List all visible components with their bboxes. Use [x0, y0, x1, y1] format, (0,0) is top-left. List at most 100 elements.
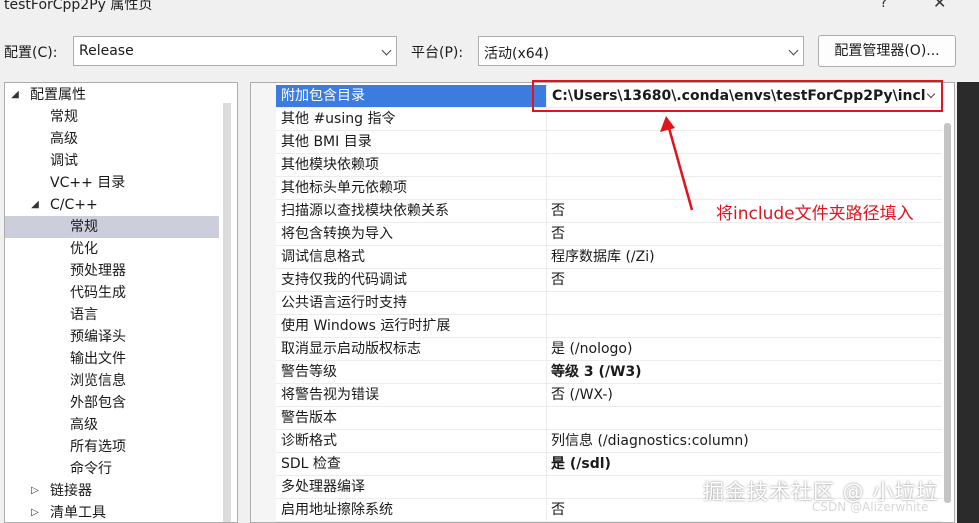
property-row[interactable]: 支持仅我的代码调试否 — [276, 269, 942, 292]
config-manager-button[interactable]: 配置管理器(O)... — [818, 35, 956, 67]
tree-item[interactable]: 输出文件 — [5, 348, 219, 370]
property-value[interactable]: 是 (/sdl) — [548, 453, 942, 475]
tree-item-label: 高级 — [50, 131, 78, 147]
property-name: 扫描源以查找模块依赖关系 — [276, 200, 547, 222]
tree-item-label: 输出文件 — [70, 351, 126, 367]
property-value[interactable] — [548, 177, 942, 199]
platform-value: 活动(x64) — [484, 46, 550, 62]
property-row[interactable]: 公共语言运行时支持 — [276, 292, 942, 315]
tree-item-label: VC++ 目录 — [50, 175, 126, 191]
platform-dropdown[interactable]: 活动(x64) — [478, 36, 804, 66]
property-value[interactable]: 列信息 (/diagnostics:column) — [548, 430, 942, 452]
property-row[interactable]: 其他 BMI 目录 — [276, 131, 942, 154]
property-value[interactable]: 否 — [548, 269, 942, 291]
tree-item[interactable]: ◢ 配置属性 — [5, 84, 219, 106]
annotation-arrow-icon — [660, 116, 694, 211]
tree-item-label: 语言 — [70, 307, 98, 323]
config-label: 配置(C): — [4, 45, 58, 61]
property-name: 警告等级 — [276, 361, 547, 383]
tree-item-label: C/C++ — [50, 197, 98, 213]
property-name: 其他 #using 指令 — [276, 108, 547, 130]
tree-expanded-icon[interactable]: ◢ — [9, 84, 21, 106]
config-value: Release — [79, 43, 134, 59]
property-name: SDL 检查 — [276, 453, 547, 475]
tree-item-label: 浏览信息 — [70, 373, 126, 389]
property-row[interactable]: 警告版本 — [276, 407, 942, 430]
property-value[interactable] — [548, 154, 942, 176]
property-value[interactable]: 程序数据库 (/Zi) — [548, 246, 942, 268]
tree-item[interactable]: 所有选项 — [5, 436, 219, 458]
tree-scrollbar[interactable] — [223, 103, 231, 522]
property-value[interactable]: 否 — [548, 223, 942, 245]
tree-item-label: 预编译头 — [70, 329, 126, 345]
property-value[interactable]: 等级 3 (/W3) — [548, 361, 942, 383]
tree-expanded-icon[interactable]: ◢ — [29, 194, 41, 216]
property-value[interactable] — [548, 315, 942, 337]
close-icon[interactable]: ✕ — [933, 0, 946, 12]
property-row[interactable]: SDL 检查是 (/sdl) — [276, 453, 942, 476]
tree-collapsed-icon[interactable]: ▷ — [29, 480, 41, 502]
grid-scrollbar[interactable] — [944, 123, 951, 503]
property-value[interactable]: 是 (/nologo) — [548, 338, 942, 360]
tree-item[interactable]: 常规 — [5, 216, 219, 238]
tree-item[interactable]: VC++ 目录 — [5, 172, 219, 194]
property-row[interactable]: 将包含转换为导入否 — [276, 223, 942, 246]
property-row[interactable]: 调试信息格式 程序数据库 (/Zi) — [276, 246, 942, 269]
title-bar: testForCpp2Py 属性页 ? ✕ — [0, 0, 979, 14]
tree-item-label: 配置属性 — [30, 87, 86, 103]
grid-gutter — [251, 83, 276, 522]
property-value[interactable] — [548, 131, 942, 153]
tree-item[interactable]: 语言 — [5, 304, 219, 326]
tree-item[interactable]: 预编译头 — [5, 326, 219, 348]
property-tree: ◢ 配置属性 常规 高级 调试 VC++ 目录 ◢ C/C++ 常规 优化 预处理器 代码生成 语言 预编… — [4, 82, 238, 523]
tree-item-label: 外部包含 — [70, 395, 126, 411]
platform-label: 平台(P): — [411, 45, 464, 61]
window-title: testForCpp2Py 属性页 — [4, 0, 153, 13]
tree-item[interactable]: ▷ 清单工具 — [5, 502, 219, 522]
property-row[interactable]: 取消显示启动版权标志是 (/nologo) — [276, 338, 942, 361]
tree-item[interactable]: 外部包含 — [5, 392, 219, 414]
help-icon[interactable]: ? — [880, 0, 887, 11]
config-dropdown[interactable]: Release — [73, 36, 397, 66]
tree-item[interactable]: 常规 — [5, 106, 219, 128]
tree-item[interactable]: 调试 — [5, 150, 219, 172]
tree-item[interactable]: 高级 — [5, 128, 219, 150]
property-name: 附加包含目录 — [276, 85, 547, 107]
property-row[interactable]: 诊断格式 列信息 (/diagnostics:column) — [276, 430, 942, 453]
annotation-text: 将include文件夹路径填入 — [716, 204, 914, 224]
tree-item-label: 常规 — [70, 219, 98, 235]
property-value[interactable] — [548, 292, 942, 314]
background-strip — [957, 82, 979, 523]
tree-collapsed-icon[interactable]: ▷ — [29, 502, 41, 522]
property-row[interactable]: 其他标头单元依赖项 — [276, 177, 942, 200]
property-value[interactable]: 否 (/WX-) — [548, 384, 942, 406]
property-name: 其他 BMI 目录 — [276, 131, 547, 153]
property-name: 启用地址擦除系统 — [276, 499, 547, 521]
chevron-down-icon — [788, 45, 799, 56]
tree-item-label: 优化 — [70, 241, 98, 257]
tree-item[interactable]: 优化 — [5, 238, 219, 260]
tree-item[interactable]: ▷ 链接器 — [5, 480, 219, 502]
tree-item[interactable]: 高级 — [5, 414, 219, 436]
property-name: 多处理器编译 — [276, 476, 547, 498]
tree-item[interactable]: ◢ C/C++ — [5, 194, 219, 216]
property-name: 诊断格式 — [276, 430, 547, 452]
property-name: 其他模块依赖项 — [276, 154, 547, 176]
tree-item[interactable]: 命令行 — [5, 458, 219, 480]
property-row[interactable]: 将警告视为错误否 (/WX-) — [276, 384, 942, 407]
tree-item-label: 代码生成 — [70, 285, 126, 301]
tree-item[interactable]: 代码生成 — [5, 282, 219, 304]
chevron-down-icon — [381, 45, 392, 56]
property-row[interactable]: 警告等级 等级 3 (/W3) — [276, 361, 942, 384]
property-value[interactable] — [548, 407, 942, 429]
property-name: 公共语言运行时支持 — [276, 292, 547, 314]
property-name: 取消显示启动版权标志 — [276, 338, 547, 360]
tree-item-label: 高级 — [70, 417, 98, 433]
tree-item-label: 命令行 — [70, 461, 112, 477]
tree-item[interactable]: 浏览信息 — [5, 370, 219, 392]
property-name: 调试信息格式 — [276, 246, 547, 268]
property-row[interactable]: 其他模块依赖项 — [276, 154, 942, 177]
tree-item[interactable]: 预处理器 — [5, 260, 219, 282]
property-row[interactable]: 使用 Windows 运行时扩展 — [276, 315, 942, 338]
tree-item-label: 常规 — [50, 109, 78, 125]
